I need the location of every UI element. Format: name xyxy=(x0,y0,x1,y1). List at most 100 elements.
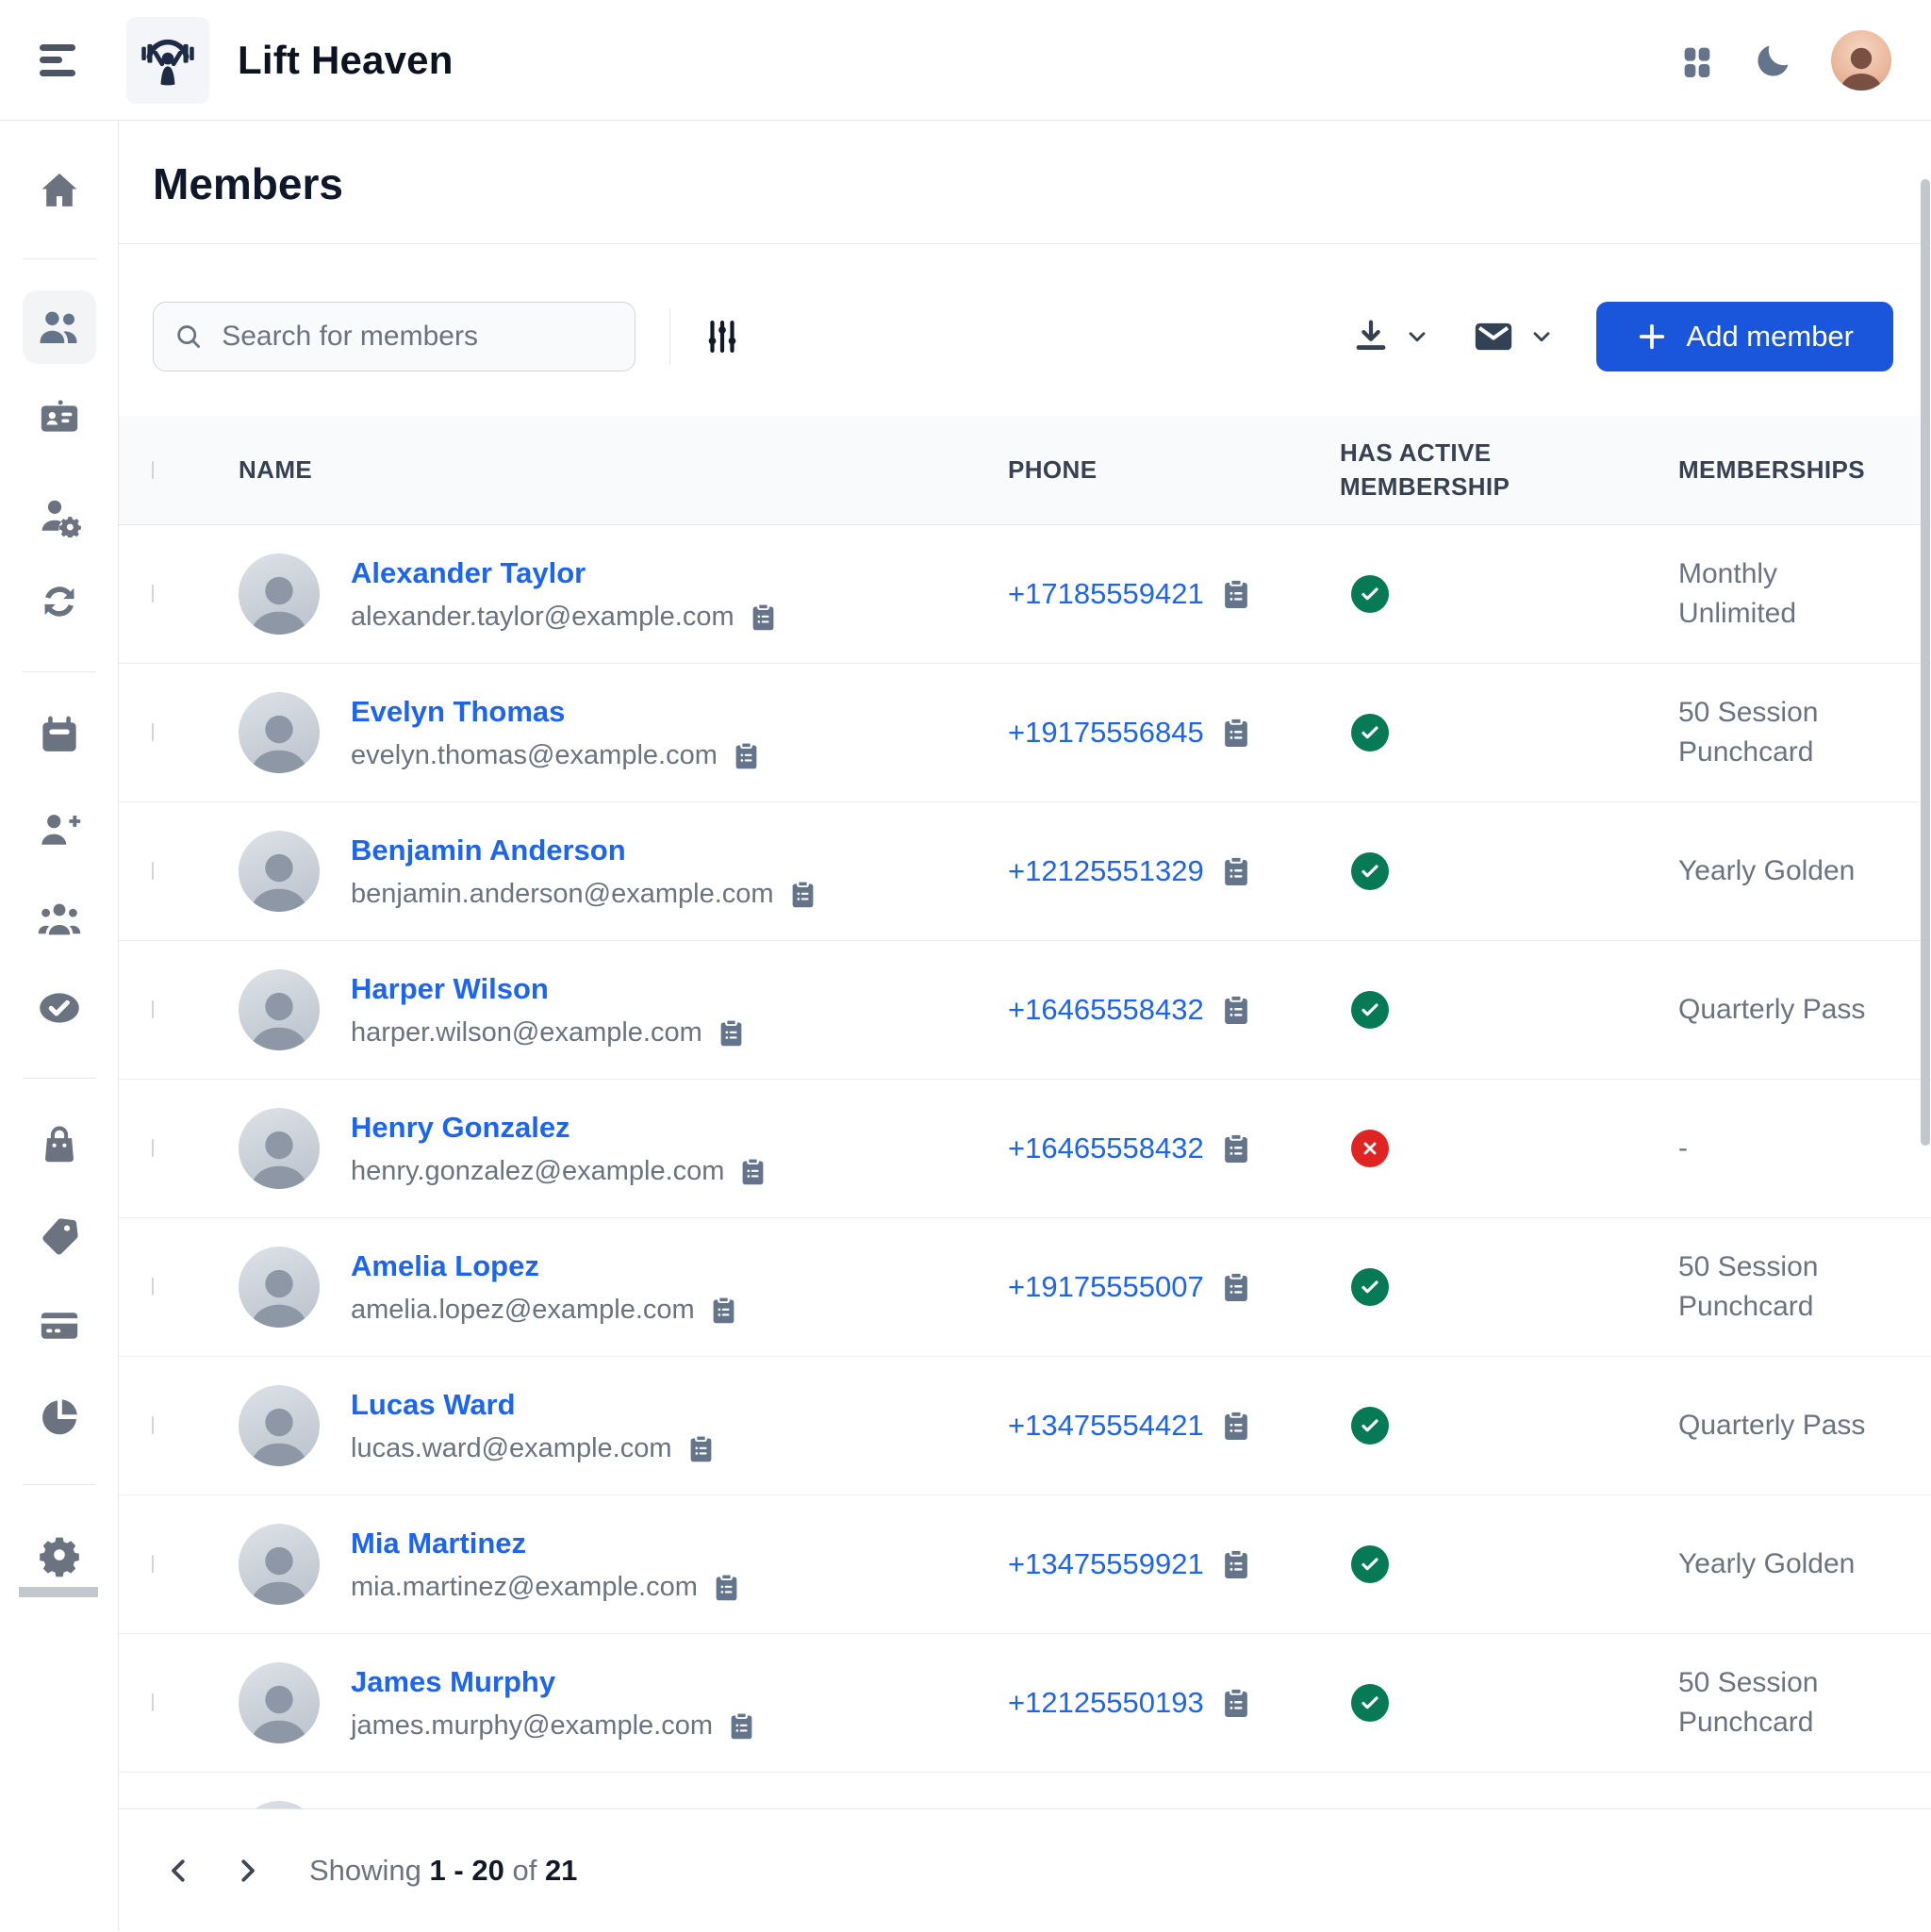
export-download-button[interactable] xyxy=(1351,317,1430,356)
member-name-link[interactable]: Benjamin Anderson xyxy=(351,834,818,867)
member-name-link[interactable]: Amelia Lopez xyxy=(351,1249,739,1283)
member-phone-link[interactable]: +17185559421 xyxy=(1008,577,1204,611)
row-checkbox[interactable] xyxy=(152,1139,154,1157)
row-checkbox[interactable] xyxy=(152,1693,154,1711)
sidebar-item-checkins[interactable] xyxy=(0,982,118,1034)
member-phone-link[interactable]: +19175556845 xyxy=(1008,716,1204,750)
sidebar-item-reports[interactable] xyxy=(0,1391,118,1444)
copy-phone-clipboard-icon[interactable] xyxy=(1219,1686,1253,1720)
member-avatar xyxy=(239,553,320,635)
search-input[interactable] xyxy=(220,320,614,354)
credit-card-icon xyxy=(38,1304,81,1347)
total-count: 21 xyxy=(545,1854,577,1887)
email-members-button[interactable] xyxy=(1472,315,1555,358)
sidebar-item-calendar[interactable] xyxy=(0,709,118,762)
copy-email-clipboard-icon[interactable] xyxy=(787,879,818,910)
member-name-link[interactable]: James Murphy xyxy=(351,1665,757,1699)
member-membership: 50 Session Punchcard xyxy=(1678,1247,1900,1327)
member-phone-link[interactable]: +13475559921 xyxy=(1008,1547,1204,1581)
search-box xyxy=(153,302,635,372)
page-scrollbar-thumb[interactable] xyxy=(1921,179,1930,1146)
sidebar-item-user-settings[interactable] xyxy=(0,489,118,542)
member-name-link[interactable]: Henry Gonzalez xyxy=(351,1111,768,1145)
member-phone-link[interactable]: +12125551329 xyxy=(1008,854,1204,888)
add-member-button[interactable]: Add member xyxy=(1596,302,1893,372)
member-membership: Monthly Unlimited xyxy=(1678,554,1900,634)
gear-icon xyxy=(37,1532,82,1577)
member-phone-link[interactable]: +16465558432 xyxy=(1008,993,1204,1027)
sidebar-scroll-indicator[interactable] xyxy=(19,1587,98,1597)
row-checkbox[interactable] xyxy=(152,1000,154,1018)
member-name-link[interactable]: Harper Wilson xyxy=(351,972,747,1006)
hamburger-menu-icon[interactable] xyxy=(40,44,81,76)
membership-status xyxy=(1351,1684,1389,1722)
member-email: harper.wilson@example.com xyxy=(351,1017,702,1049)
member-phone-link[interactable]: +13475554421 xyxy=(1008,1409,1204,1443)
membership-status xyxy=(1351,1545,1389,1583)
copy-email-clipboard-icon[interactable] xyxy=(748,602,779,633)
copy-email-clipboard-icon[interactable] xyxy=(726,1710,757,1742)
sidebar-item-groups[interactable] xyxy=(0,893,118,946)
copy-phone-clipboard-icon[interactable] xyxy=(1219,993,1253,1027)
sidebar-item-members[interactable] xyxy=(0,301,118,354)
phone-cell: +13475559921 xyxy=(1008,1547,1340,1581)
member-phone-link[interactable]: +19175555007 xyxy=(1008,1270,1204,1304)
moon-icon[interactable] xyxy=(1754,41,1793,80)
copy-email-clipboard-icon[interactable] xyxy=(716,1017,747,1049)
add-member-label: Add member xyxy=(1687,320,1854,354)
page-title: Members xyxy=(119,121,1931,206)
pagination-bar: Showing 1 - 20 of 21 xyxy=(119,1808,1931,1932)
membership-status xyxy=(1351,1407,1389,1445)
member-phone-link[interactable]: +16465558432 xyxy=(1008,1131,1204,1165)
user-plus-icon xyxy=(38,808,81,851)
copy-phone-clipboard-icon[interactable] xyxy=(1219,577,1253,611)
row-checkbox[interactable] xyxy=(152,723,154,741)
shopping-bag-icon xyxy=(38,1123,81,1166)
table-row: Henry Gonzalez henry.gonzalez@example.co… xyxy=(119,1080,1931,1218)
sidebar-item-home[interactable] xyxy=(0,164,118,217)
row-checkbox[interactable] xyxy=(152,862,154,880)
row-checkbox[interactable] xyxy=(152,1555,154,1573)
member-name-link[interactable]: Alexander Taylor xyxy=(351,556,779,590)
copy-phone-clipboard-icon[interactable] xyxy=(1219,1131,1253,1165)
member-name-link[interactable]: Mia Martinez xyxy=(351,1527,742,1560)
member-avatar xyxy=(239,1385,320,1466)
row-checkbox[interactable] xyxy=(152,1416,154,1434)
copy-phone-clipboard-icon[interactable] xyxy=(1219,1547,1253,1581)
sidebar-item-id-card[interactable] xyxy=(0,391,118,444)
email-row: mia.martinez@example.com xyxy=(351,1572,742,1603)
copy-phone-clipboard-icon[interactable] xyxy=(1219,1270,1253,1304)
sidebar-divider xyxy=(23,1484,96,1485)
select-all-checkbox[interactable] xyxy=(152,461,154,479)
sidebar-item-sync[interactable] xyxy=(0,575,118,628)
member-membership: Yearly Golden xyxy=(1678,851,1900,891)
member-name-link[interactable]: Lucas Ward xyxy=(351,1388,717,1422)
sidebar-item-tags[interactable] xyxy=(0,1210,118,1263)
main-content: Members xyxy=(119,121,1931,1931)
copy-phone-clipboard-icon[interactable] xyxy=(1219,716,1253,750)
sidebar-item-billing[interactable] xyxy=(0,1299,118,1352)
sidebar-item-add-member[interactable] xyxy=(0,803,118,856)
row-checkbox[interactable] xyxy=(152,585,154,603)
sidebar-item-shop[interactable] xyxy=(0,1118,118,1171)
member-phone-link[interactable]: +12125550193 xyxy=(1008,1686,1204,1720)
copy-email-clipboard-icon[interactable] xyxy=(711,1572,742,1603)
copy-email-clipboard-icon[interactable] xyxy=(685,1433,717,1464)
previous-page-button[interactable] xyxy=(162,1854,196,1888)
apps-grid-icon[interactable] xyxy=(1678,41,1716,79)
filter-button[interactable] xyxy=(702,317,742,356)
copy-email-clipboard-icon[interactable] xyxy=(708,1295,739,1326)
members-icon xyxy=(37,305,82,350)
calendar-icon xyxy=(38,714,81,757)
profile-avatar[interactable] xyxy=(1831,30,1891,91)
email-row: benjamin.anderson@example.com xyxy=(351,879,818,910)
copy-phone-clipboard-icon[interactable] xyxy=(1219,1409,1253,1443)
member-name-link[interactable]: Evelyn Thomas xyxy=(351,695,762,729)
copy-email-clipboard-icon[interactable] xyxy=(731,740,762,771)
row-checkbox[interactable] xyxy=(152,1278,154,1296)
copy-phone-clipboard-icon[interactable] xyxy=(1219,854,1253,888)
next-page-button[interactable] xyxy=(230,1854,264,1888)
sidebar-item-settings[interactable] xyxy=(0,1528,118,1581)
active-check-icon xyxy=(1359,1692,1381,1714)
copy-email-clipboard-icon[interactable] xyxy=(737,1156,768,1187)
